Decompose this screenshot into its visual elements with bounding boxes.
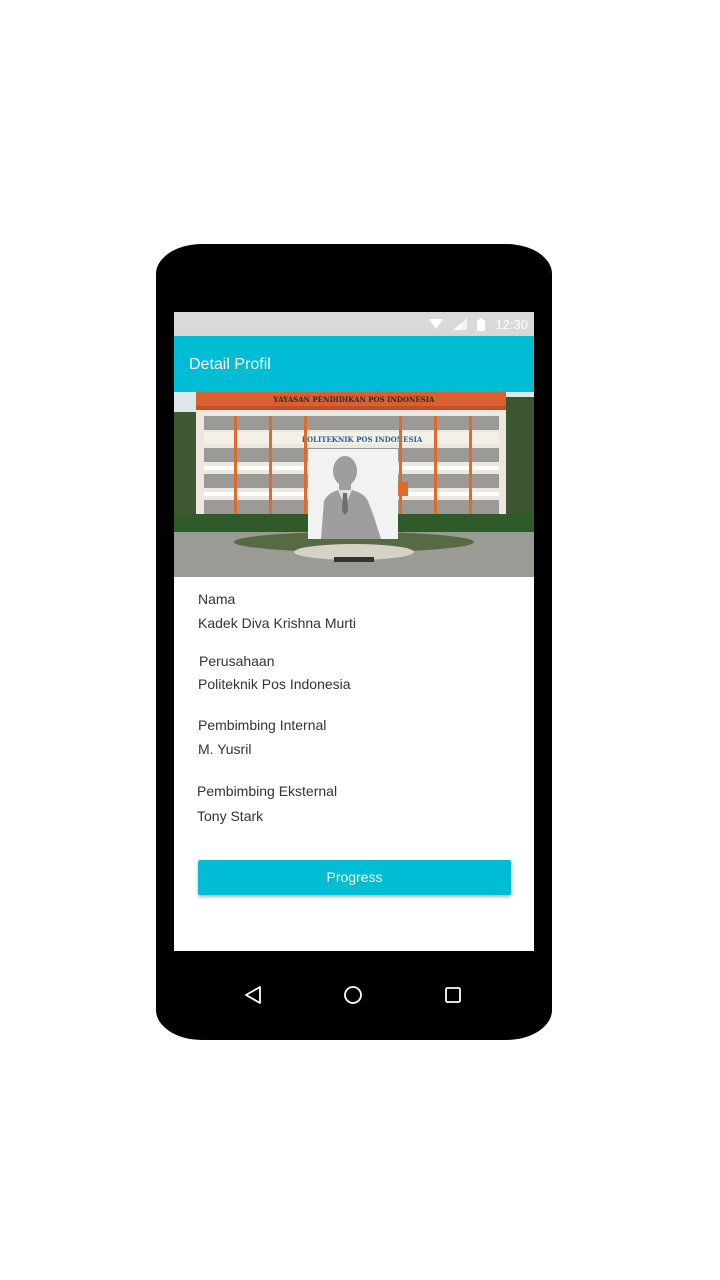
progress-button[interactable]: Progress	[198, 860, 511, 895]
field-value-nama: Kadek Diva Krishna Murti	[198, 615, 356, 631]
field-label-pembimbing-internal: Pembimbing Internal	[198, 717, 327, 733]
field-value-pembimbing-internal: M. Yusril	[198, 741, 252, 757]
signal-icon	[453, 318, 468, 330]
page-title: Detail Profil	[189, 356, 271, 373]
wifi-icon	[429, 319, 444, 329]
app-bar: Detail Profil	[174, 336, 534, 392]
field-value-perusahaan: Politeknik Pos Indonesia	[198, 676, 351, 692]
building-banner-text: YAYASAN PENDIDIKAN POS INDONESIA	[273, 395, 435, 404]
field-label-nama: Nama	[198, 591, 236, 607]
field-value-pembimbing-eksternal: Tony Stark	[197, 808, 264, 824]
status-time: 12:30	[495, 316, 528, 332]
status-bar: 12:30	[174, 312, 534, 336]
field-label-pembimbing-eksternal: Pembimbing Eksternal	[197, 783, 338, 799]
app-screen: 12:30 Detail Profil YAYASAN PENDIDIKAN P…	[174, 312, 534, 951]
field-label-perusahaan: Perusahaan	[199, 653, 275, 669]
recents-icon[interactable]	[441, 983, 465, 1007]
battery-icon	[477, 317, 486, 331]
building-sign-text: POLITEKNIK POS INDONESIA	[302, 435, 423, 444]
campus-photo: YAYASAN PENDIDIKAN POS INDONESIA POLITEK…	[174, 392, 534, 577]
back-icon[interactable]	[241, 983, 265, 1007]
profile-avatar	[308, 449, 398, 539]
home-icon[interactable]	[341, 983, 365, 1007]
avatar-placeholder-icon	[321, 456, 381, 539]
